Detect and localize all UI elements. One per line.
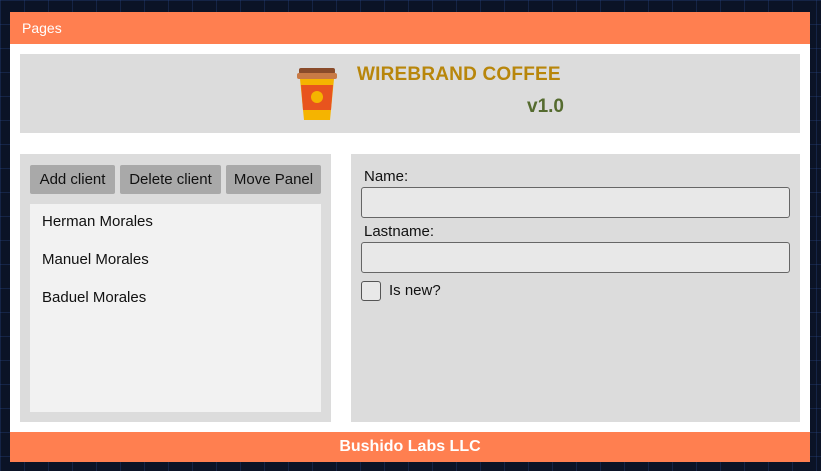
list-item[interactable]: Baduel Morales bbox=[42, 289, 146, 306]
app-frame: Pages WIREBRAND COFFEE v1.0 Add client D… bbox=[10, 12, 810, 462]
brand-header: WIREBRAND COFFEE v1.0 bbox=[20, 54, 800, 133]
coffee-cup-icon bbox=[297, 68, 337, 120]
delete-client-button[interactable]: Delete client bbox=[120, 165, 221, 194]
lastname-label: Lastname: bbox=[364, 223, 435, 240]
is-new-checkbox[interactable] bbox=[361, 281, 381, 301]
move-panel-button[interactable]: Move Panel bbox=[226, 165, 321, 194]
lastname-field[interactable] bbox=[361, 242, 790, 273]
pages-label[interactable]: Pages bbox=[22, 20, 62, 36]
name-label: Name: bbox=[364, 168, 409, 185]
clients-panel: Add client Delete client Move Panel Herm… bbox=[20, 154, 331, 422]
footer-label: Bushido Labs LLC bbox=[339, 438, 481, 455]
footer-bar: Bushido Labs LLC bbox=[10, 432, 810, 462]
client-list[interactable]: Herman Morales Manuel Morales Baduel Mor… bbox=[30, 204, 321, 412]
name-field[interactable] bbox=[361, 187, 790, 218]
add-client-button[interactable]: Add client bbox=[30, 165, 115, 194]
version-label: v1.0 bbox=[527, 96, 564, 117]
brand-title: WIREBRAND COFFEE bbox=[357, 64, 561, 85]
pages-bar[interactable]: Pages bbox=[10, 12, 810, 44]
is-new-label: Is new? bbox=[389, 282, 441, 299]
client-form-panel: Name: Lastname: Is new? bbox=[351, 154, 800, 422]
list-item[interactable]: Herman Morales bbox=[42, 213, 153, 230]
list-item[interactable]: Manuel Morales bbox=[42, 251, 149, 268]
